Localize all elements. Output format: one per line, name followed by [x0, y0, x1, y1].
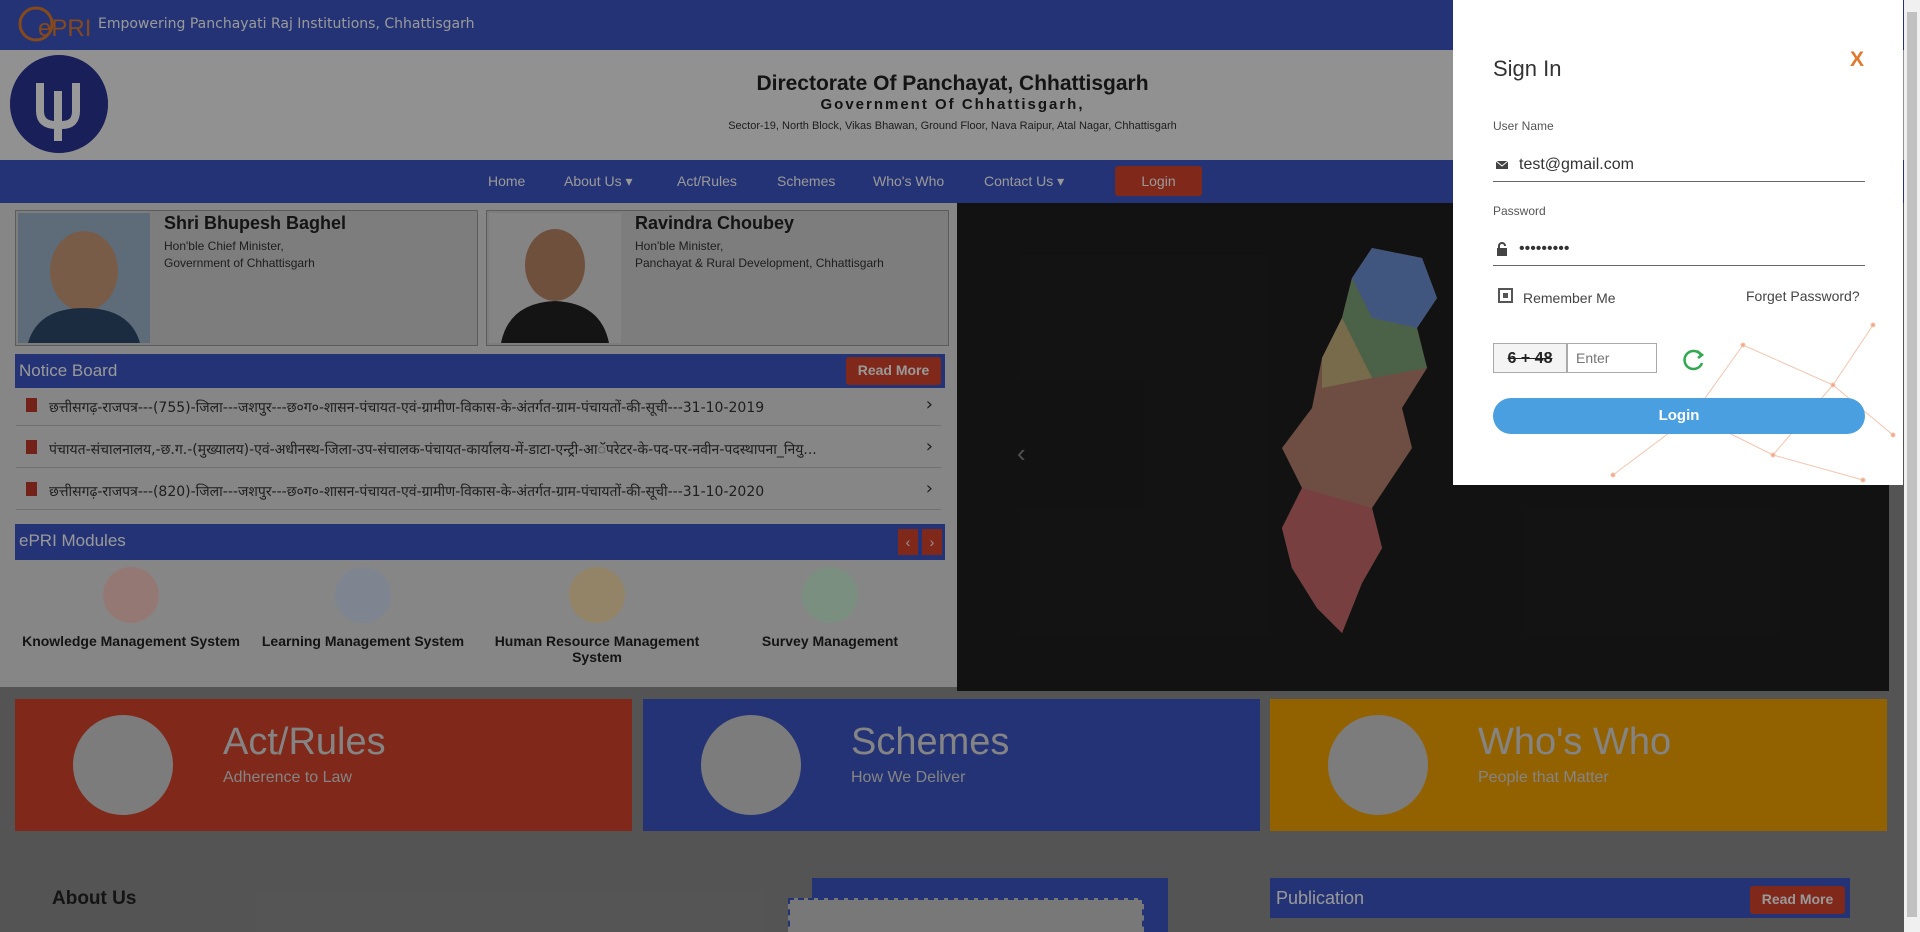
captcha-image: 6 + 48 [1493, 343, 1567, 373]
page: ePRI Empowering Panchayati Raj Instituti… [0, 0, 1920, 932]
login-submit-button[interactable]: Login [1493, 398, 1865, 434]
forgot-password-link[interactable]: Forget Password? [1746, 288, 1860, 304]
sign-in-title: Sign In [1493, 56, 1562, 81]
captcha-input[interactable] [1567, 343, 1657, 373]
close-button[interactable]: X [1850, 48, 1864, 72]
username-field [1493, 148, 1865, 182]
password-label: Password [1493, 204, 1546, 218]
username-input[interactable] [1519, 152, 1859, 178]
remember-me-label: Remember Me [1523, 290, 1616, 306]
username-label: User Name [1493, 119, 1554, 133]
scrollbar-thumb[interactable] [1907, 12, 1917, 917]
envelope-icon [1495, 160, 1509, 169]
refresh-captcha-icon[interactable] [1681, 347, 1707, 373]
password-input[interactable] [1519, 236, 1859, 262]
lock-icon [1497, 242, 1507, 256]
remember-me-checkbox[interactable] [1498, 288, 1513, 303]
sign-in-modal: Sign In X User Name Password Remember Me… [1453, 0, 1903, 485]
page-scrollbar[interactable] [1904, 0, 1920, 932]
password-field [1493, 232, 1865, 266]
network-background-decoration [1610, 322, 1896, 483]
